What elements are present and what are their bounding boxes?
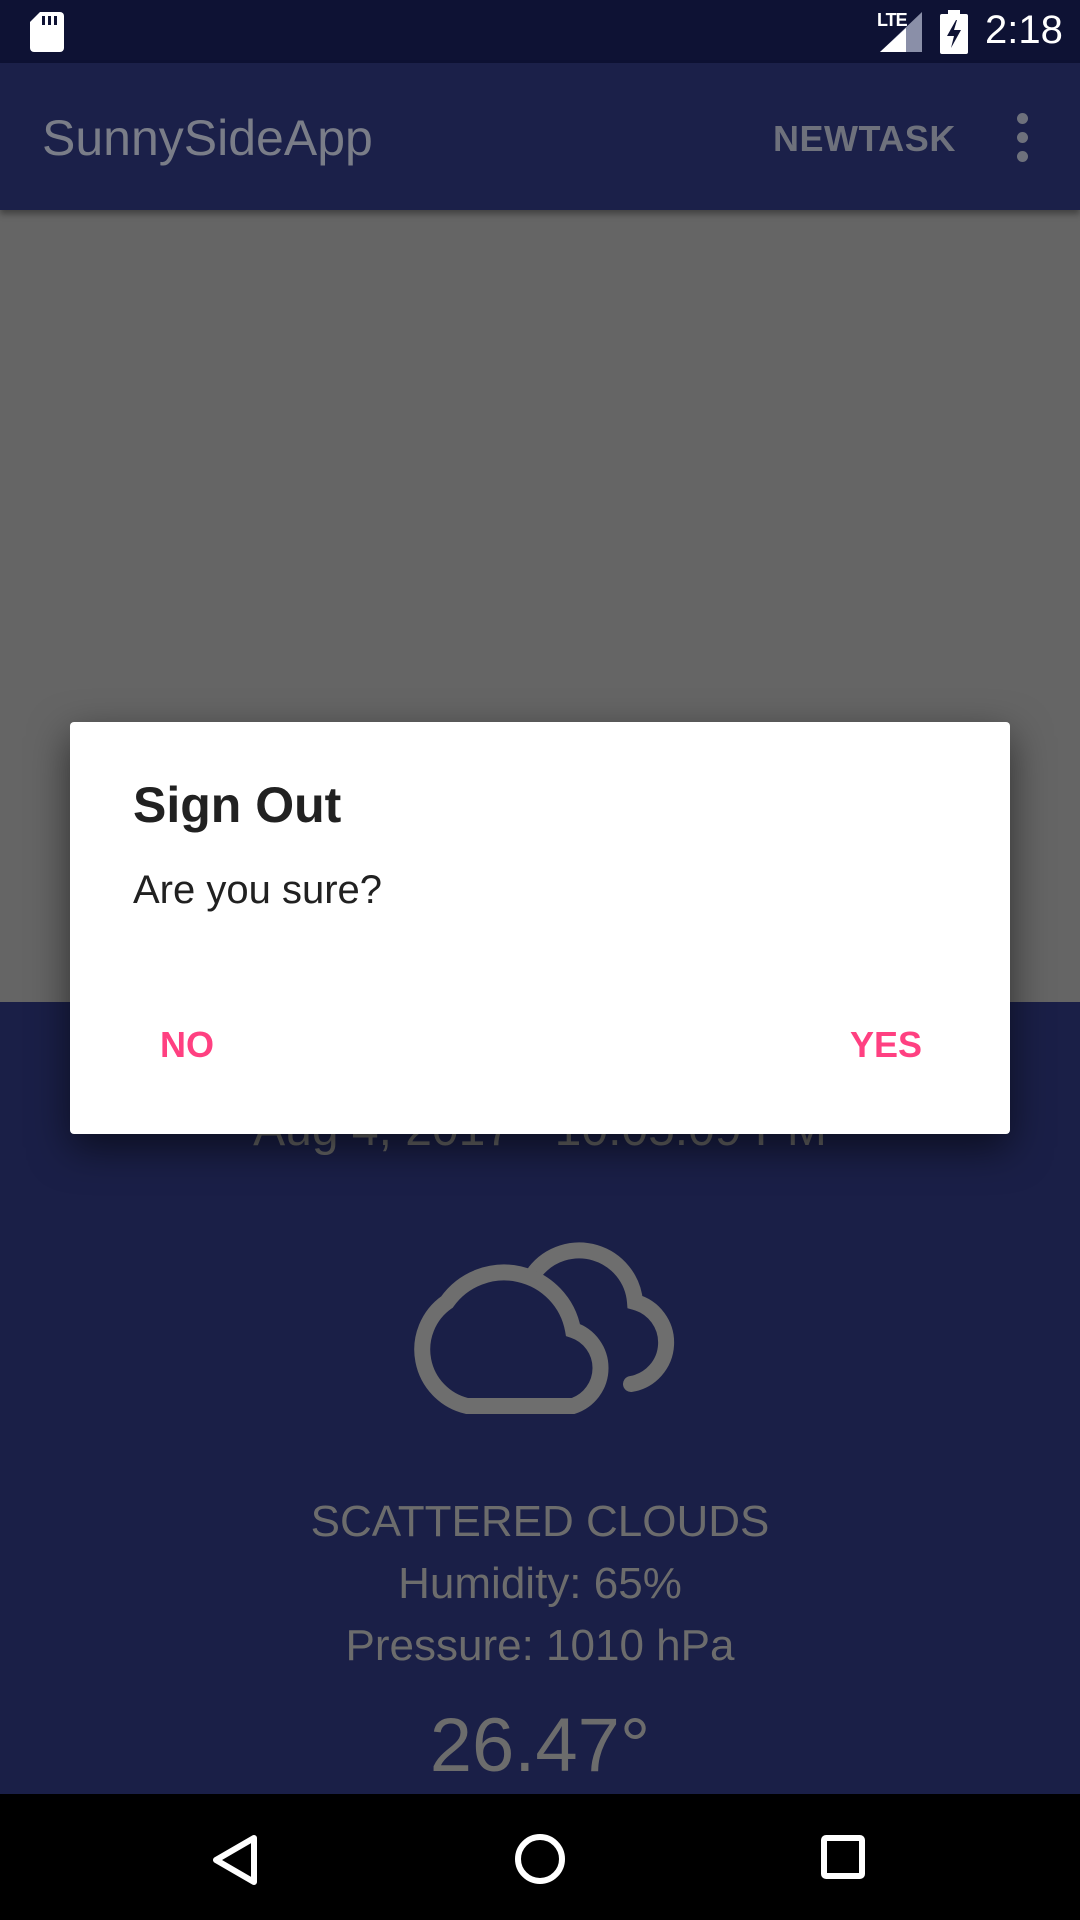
no-button[interactable]: NO [136,1012,238,1078]
dialog-title: Sign Out [133,777,342,833]
status-clock: 2:18 [985,8,1063,52]
back-icon[interactable] [210,1834,260,1886]
weather-humidity: Humidity: 65% [398,1559,682,1608]
status-bar: LTE 2:18 [0,0,1080,63]
app-bar: SunnySideApp NEWTASK [0,63,1080,210]
weather-temperature: 26.47° [429,1703,651,1788]
new-task-button[interactable]: NEWTASK [773,118,956,160]
app-title: SunnySideApp [42,110,373,166]
navigation-bar [0,1794,1080,1920]
recents-icon[interactable] [820,1834,866,1880]
weather-condition: SCATTERED CLOUDS [310,1497,770,1546]
signal-icon [880,12,922,52]
weather-pressure: Pressure: 1010 hPa [345,1621,735,1670]
sd-card-icon [30,12,64,52]
yes-button[interactable]: YES [826,1012,946,1078]
more-vert-icon[interactable] [1005,113,1041,163]
battery-charging-icon [940,10,968,54]
sign-out-dialog: Sign Out Are you sure? NO YES [70,722,1010,1134]
dialog-message: Are you sure? [133,868,383,912]
scattered-clouds-icon [414,1242,675,1414]
home-icon[interactable] [513,1832,567,1886]
